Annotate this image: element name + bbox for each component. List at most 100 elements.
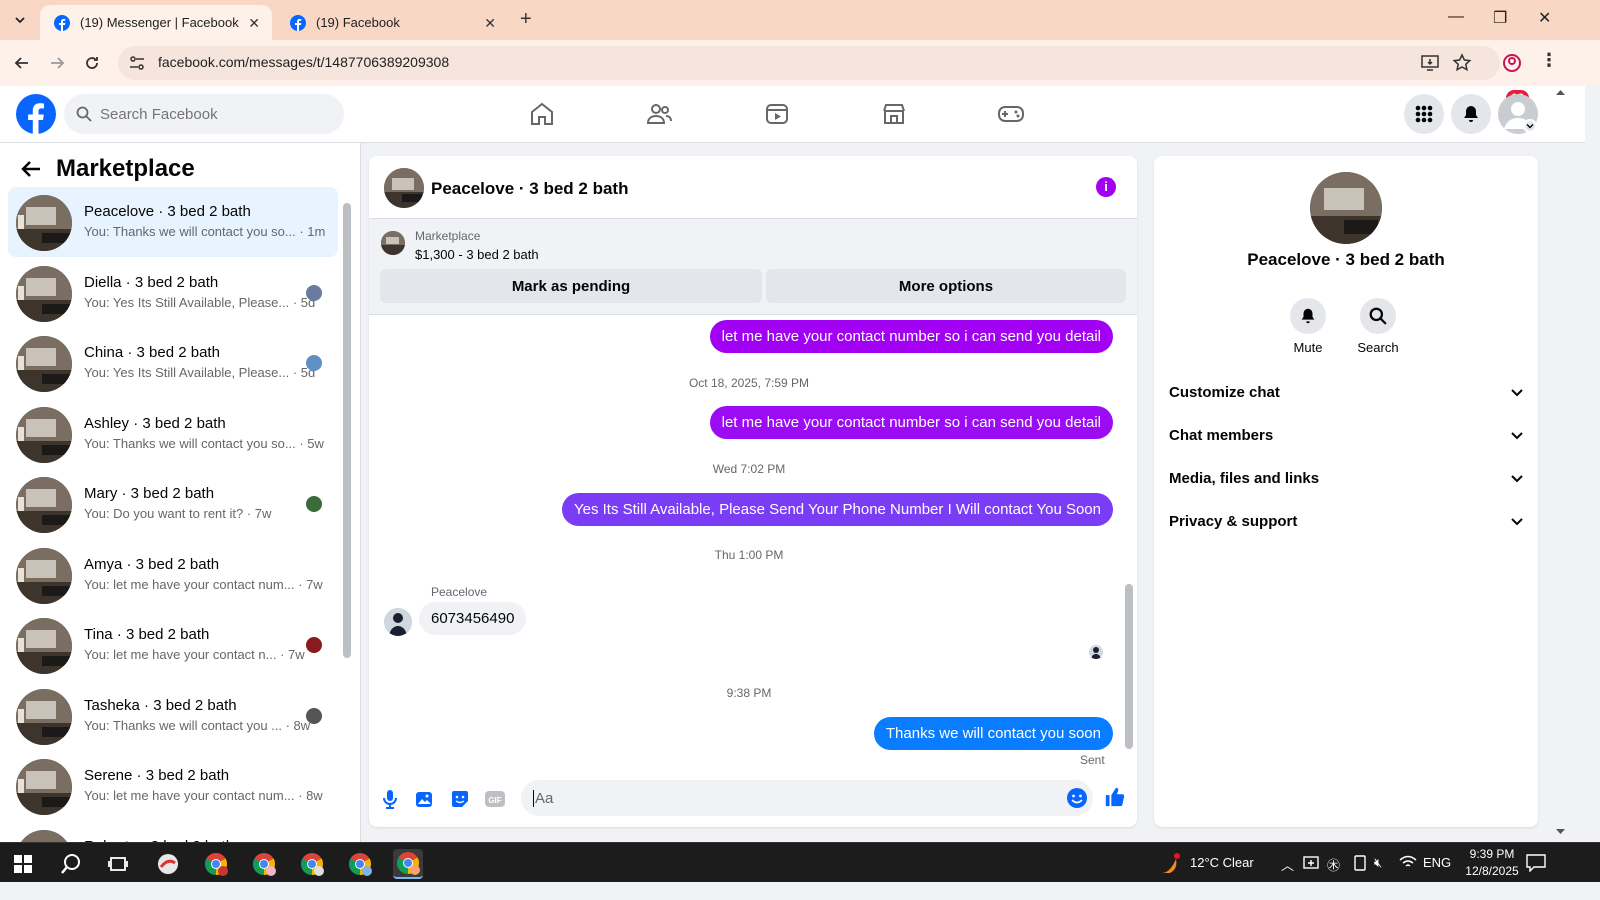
bookmark-star-icon[interactable] (1452, 53, 1472, 73)
account-chevron-icon[interactable] (1523, 119, 1537, 133)
conversation-item[interactable]: Peacelove · 3 bed 2 bath You: Thanks we w… (8, 187, 338, 257)
timestamp: Wed 7:02 PM (712, 462, 786, 476)
sticker-icon[interactable] (449, 788, 471, 810)
back-icon[interactable] (10, 51, 34, 75)
windows-start-icon[interactable] (8, 849, 38, 879)
facebook-logo-icon[interactable] (16, 94, 56, 134)
close-tab-icon[interactable]: ✕ (484, 15, 496, 32)
conversation-item[interactable]: Serene · 3 bed 2 bath You: let me have yo… (8, 751, 338, 821)
system-clock[interactable]: 9:39 PM 12/8/2025 (1456, 846, 1528, 880)
restore-icon[interactable]: ❐ (1493, 8, 1507, 28)
listing-title[interactable]: $1,300 - 3 bed 2 bath (415, 247, 539, 262)
incoming-message[interactable]: 6073456490 (419, 602, 527, 635)
ime-icon[interactable]: ㊍ (1327, 855, 1340, 874)
wifi-icon[interactable] (1399, 854, 1417, 870)
browser-menu-icon[interactable]: ⋮ (1540, 50, 1558, 71)
close-window-icon[interactable]: ✕ (1538, 8, 1551, 28)
app-icon[interactable] (153, 849, 183, 879)
address-bar[interactable]: facebook.com/messages/t/1487706389209308 (118, 46, 1500, 80)
minimize-icon[interactable]: — (1448, 8, 1464, 26)
profile-avatar[interactable] (1310, 172, 1382, 244)
thumbs-up-icon[interactable] (1104, 786, 1126, 808)
chat-scrollbar[interactable] (1123, 319, 1135, 765)
more-options-button[interactable]: More options (766, 269, 1126, 303)
page-scrollbar[interactable] (1553, 86, 1568, 860)
marketplace-icon[interactable] (876, 98, 912, 130)
friends-icon[interactable] (641, 98, 677, 130)
conversation-item[interactable]: China · 3 bed 2 bath You: Yes Its Still A… (8, 328, 338, 398)
seen-avatar (306, 284, 322, 301)
menu-grid-icon[interactable] (1404, 94, 1444, 134)
gif-icon[interactable]: GIF (484, 788, 506, 810)
outgoing-message[interactable]: Yes Its Still Available, Please Send You… (561, 493, 1113, 526)
info-icon[interactable]: i (1096, 177, 1116, 197)
video-icon[interactable] (759, 98, 795, 130)
weather-icon[interactable] (1157, 851, 1183, 877)
message-composer: GIF Aa (369, 776, 1137, 822)
install-app-icon[interactable] (1420, 53, 1440, 73)
taskbar-search-icon[interactable] (56, 849, 86, 879)
facebook-favicon-icon (54, 14, 70, 31)
notification-center-icon[interactable] (1526, 854, 1546, 872)
site-settings-icon[interactable] (128, 54, 146, 72)
chat-title[interactable]: Peacelove · 3 bed 2 bath (431, 179, 628, 199)
conversation-item[interactable]: Diella · 3 bed 2 bath You: Yes Its Still … (8, 258, 338, 328)
chrome-profile-3-icon[interactable] (297, 849, 327, 879)
section-customize-chat[interactable]: Customize chat (1169, 372, 1524, 412)
forward-icon[interactable] (45, 51, 69, 75)
section-privacy-support[interactable]: Privacy & support (1169, 501, 1524, 541)
facebook-favicon-icon (290, 14, 306, 31)
search-conversation-button[interactable]: Search (1343, 298, 1413, 355)
emoji-icon[interactable] (1066, 787, 1088, 809)
tab-messenger[interactable]: (19) Messenger | Facebook ✕ (40, 5, 272, 40)
notifications-bell-icon[interactable] (1451, 94, 1491, 134)
home-icon[interactable] (524, 98, 560, 130)
new-tab-icon[interactable]: + (520, 8, 532, 31)
meet-now-icon[interactable] (1303, 854, 1321, 872)
chrome-profile-1-icon[interactable] (201, 849, 231, 879)
conversation-item[interactable]: Amya · 3 bed 2 bath You: let me have your… (8, 540, 338, 610)
volume-muted-icon[interactable]: 🔇︎ (1374, 855, 1382, 871)
close-tab-icon[interactable]: ✕ (248, 15, 260, 32)
profile-icon[interactable] (1502, 53, 1522, 73)
listing-thumbnail[interactable] (381, 231, 405, 255)
search-box[interactable] (64, 94, 344, 134)
chrome-active-icon[interactable] (393, 849, 423, 879)
timestamp: 9:38 PM (726, 686, 772, 700)
outgoing-message[interactable]: let me have your contact number so i can… (709, 320, 1113, 353)
mark-as-pending-button[interactable]: Mark as pending (380, 269, 762, 303)
outgoing-message[interactable]: let me have your contact number so i can… (709, 406, 1113, 439)
mute-button[interactable]: Mute (1273, 298, 1343, 355)
section-chat-members[interactable]: Chat members (1169, 415, 1524, 455)
chrome-profile-2-icon[interactable] (249, 849, 279, 879)
sidebar-scrollbar[interactable] (341, 193, 353, 833)
search-icon (76, 106, 92, 122)
language-indicator[interactable]: ENG (1423, 855, 1451, 870)
conversation-item[interactable]: Tina · 3 bed 2 bath You: let me have your… (8, 610, 338, 680)
gaming-icon[interactable] (993, 98, 1029, 130)
task-view-icon[interactable] (103, 849, 133, 879)
microphone-icon[interactable] (379, 788, 401, 810)
timestamp: Thu 1:00 PM (714, 548, 784, 562)
search-input[interactable] (100, 105, 320, 123)
tray-expand-icon[interactable]: ︿ (1281, 855, 1294, 874)
conversation-name: Tasheka · 3 bed 2 bath (84, 696, 237, 714)
conversation-item[interactable]: Mary · 3 bed 2 bath You: Do you want to r… (8, 469, 338, 539)
tab-facebook[interactable]: (19) Facebook ✕ (276, 5, 508, 40)
weather-text[interactable]: 12°C Clear (1190, 855, 1254, 870)
conversation-item[interactable]: Tasheka · 3 bed 2 bath You: Thanks we wil… (8, 681, 338, 751)
sender-avatar[interactable] (384, 608, 412, 636)
tab-search-icon[interactable] (8, 8, 32, 32)
marketplace-label: Marketplace (415, 229, 481, 243)
photo-icon[interactable] (414, 788, 436, 810)
conversation-preview: You: Thanks we will contact you so... · … (84, 224, 326, 239)
device-icon[interactable] (1352, 854, 1368, 872)
outgoing-message[interactable]: Thanks we will contact you soon (873, 717, 1113, 750)
chat-avatar[interactable] (384, 168, 424, 208)
back-arrow-icon[interactable] (20, 158, 42, 180)
chrome-profile-4-icon[interactable] (345, 849, 375, 879)
conversation-item[interactable]: Ashley · 3 bed 2 bath You: Thanks we will… (8, 399, 338, 469)
reload-icon[interactable] (80, 51, 104, 75)
message-input[interactable]: Aa (521, 780, 1093, 816)
section-media-files-links[interactable]: Media, files and links (1169, 458, 1524, 498)
